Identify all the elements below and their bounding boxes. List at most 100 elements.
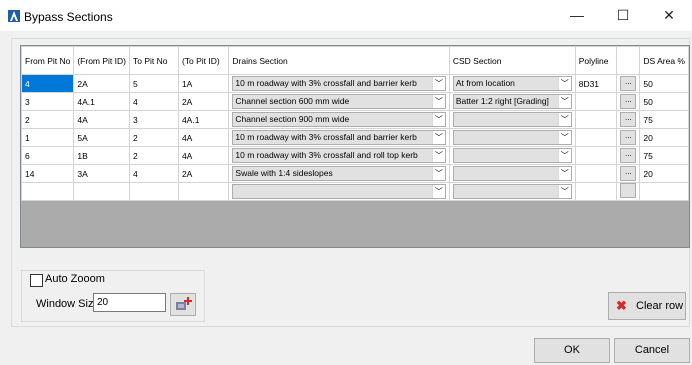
cell-from-pit-id[interactable] [73,182,130,201]
cell-polyline[interactable]: 8D31 [574,74,618,93]
cell-to-pit-id[interactable] [177,182,230,201]
cell-browse[interactable]: ... [616,110,641,129]
cell-to-pit-no[interactable]: 5 [128,74,179,93]
csd-section-dropdown[interactable]: ﹀ [452,112,572,127]
browse-polyline-button[interactable]: ... [620,130,637,145]
cell-browse[interactable]: ... [616,128,641,147]
drains-section-dropdown[interactable]: 10 m roadway with 3% crossfall and roll … [232,148,446,163]
cell-to-pit-id[interactable]: 1A [177,74,230,93]
csd-section-dropdown[interactable]: At from location ﹀ [452,76,572,91]
chevron-down-icon[interactable]: ﹀ [557,167,571,180]
browse-polyline-button[interactable]: ... [620,166,637,181]
drains-section-dropdown[interactable]: Swale with 1:4 sideslopes ﹀ [232,166,446,181]
cell-browse[interactable]: ... [616,74,641,93]
cell-drains-section[interactable]: Channel section 900 mm wide ﹀ [228,110,450,129]
cell-polyline[interactable] [574,128,618,147]
chevron-down-icon[interactable]: ﹀ [431,167,445,180]
cell-ds-area[interactable]: 75 [639,110,689,129]
cell-from-pit-no[interactable]: 6 [21,146,75,165]
table-row[interactable]: 3 4A.1 4 2A Channel section 600 mm wide ﹀… [21,92,689,111]
cell-to-pit-no[interactable]: 4 [128,164,179,183]
cell-csd-section[interactable]: ﹀ [448,164,576,183]
drains-section-dropdown[interactable]: Channel section 600 mm wide ﹀ [232,94,446,109]
bypass-sections-grid[interactable]: From Pit No (From Pit ID) To Pit No (To … [20,45,690,248]
auto-zoom-label[interactable]: Auto Zooom [45,273,108,285]
cell-drains-section[interactable]: 10 m roadway with 3% crossfall and roll … [228,146,450,165]
table-row[interactable]: 1 5A 2 4A 10 m roadway with 3% crossfall… [21,128,689,147]
cell-from-pit-no[interactable]: 1 [21,128,75,147]
cell-browse[interactable]: ... [616,92,641,111]
minimize-button[interactable]: — [554,0,600,31]
table-row[interactable]: 14 3A 4 2A Swale with 1:4 sideslopes ﹀ ﹀ … [21,164,689,183]
ok-button[interactable]: OK [534,338,610,363]
cell-from-pit-no[interactable]: 2 [21,110,75,129]
column-header-browse[interactable] [616,46,641,75]
chevron-down-icon[interactable]: ﹀ [431,113,445,126]
cell-browse[interactable]: ... [616,164,641,183]
drains-section-dropdown[interactable]: 10 m roadway with 3% crossfall and barri… [232,76,446,91]
table-row[interactable]: 4 2A 5 1A 10 m roadway with 3% crossfall… [21,74,689,93]
column-header-from-pit-no[interactable]: From Pit No [21,46,75,75]
cell-from-pit-id[interactable]: 3A [73,164,130,183]
chevron-down-icon[interactable]: ﹀ [431,131,445,144]
chevron-down-icon[interactable]: ﹀ [557,113,571,126]
cell-ds-area[interactable]: 50 [639,74,689,93]
chevron-down-icon[interactable]: ﹀ [557,95,571,108]
cell-from-pit-id[interactable]: 4A.1 [73,92,130,111]
csd-section-dropdown[interactable]: ﹀ [452,184,572,199]
csd-section-dropdown[interactable]: Batter 1:2 right [Grading] ﹀ [452,94,572,109]
cell-polyline[interactable] [574,164,618,183]
cell-to-pit-id[interactable]: 4A.1 [177,110,230,129]
cell-ds-area[interactable]: 20 [639,164,689,183]
cell-to-pit-id[interactable]: 2A [177,92,230,111]
zoom-to-button[interactable] [170,293,196,316]
cell-to-pit-id[interactable]: 4A [177,146,230,165]
new-row[interactable]: ﹀ ﹀ [21,182,689,201]
cell-from-pit-no[interactable] [21,182,75,201]
browse-polyline-button[interactable]: ... [620,112,637,127]
cell-from-pit-no[interactable]: 14 [21,164,75,183]
cell-from-pit-id[interactable]: 2A [73,74,130,93]
browse-polyline-button[interactable] [620,183,637,198]
cell-to-pit-no[interactable]: 2 [128,146,179,165]
cell-from-pit-id[interactable]: 5A [73,128,130,147]
chevron-down-icon[interactable]: ﹀ [557,149,571,162]
cell-ds-area[interactable] [639,182,689,201]
column-header-to-pit-no[interactable]: To Pit No [128,46,179,75]
cell-drains-section[interactable]: Channel section 600 mm wide ﹀ [228,92,450,111]
table-row[interactable]: 2 4A 3 4A.1 Channel section 900 mm wide ﹀… [21,110,689,129]
csd-section-dropdown[interactable]: ﹀ [452,130,572,145]
csd-section-dropdown[interactable]: ﹀ [452,166,572,181]
cell-to-pit-no[interactable]: 4 [128,92,179,111]
cell-polyline[interactable] [574,146,618,165]
browse-polyline-button[interactable]: ... [620,94,637,109]
cell-to-pit-id[interactable]: 4A [177,128,230,147]
column-header-polyline[interactable]: Polyline [574,46,618,75]
cell-from-pit-no[interactable]: 4 [21,74,75,93]
chevron-down-icon[interactable]: ﹀ [431,149,445,162]
cell-csd-section[interactable]: ﹀ [448,128,576,147]
cell-to-pit-no[interactable]: 2 [128,128,179,147]
drains-section-dropdown[interactable]: Channel section 900 mm wide ﹀ [232,112,446,127]
cell-drains-section[interactable]: 10 m roadway with 3% crossfall and barri… [228,128,450,147]
chevron-down-icon[interactable]: ﹀ [431,77,445,90]
cell-browse[interactable]: ... [616,146,641,165]
cell-from-pit-id[interactable]: 1B [73,146,130,165]
cell-ds-area[interactable]: 50 [639,92,689,111]
column-header-drains-section[interactable]: Drains Section [228,46,450,75]
browse-polyline-button[interactable]: ... [620,148,637,163]
column-header-ds-area[interactable]: DS Area % [639,46,689,75]
column-header-to-pit-id[interactable]: (To Pit ID) [177,46,230,75]
chevron-down-icon[interactable]: ﹀ [557,185,571,198]
cell-to-pit-id[interactable]: 2A [177,164,230,183]
maximize-button[interactable]: ☐ [600,0,646,31]
browse-polyline-button[interactable]: ... [620,76,637,91]
chevron-down-icon[interactable]: ﹀ [431,185,445,198]
column-header-from-pit-id[interactable]: (From Pit ID) [73,46,130,75]
cell-ds-area[interactable]: 75 [639,146,689,165]
cell-ds-area[interactable]: 20 [639,128,689,147]
close-button[interactable]: ✕ [646,0,692,31]
csd-section-dropdown[interactable]: ﹀ [452,148,572,163]
cell-drains-section[interactable]: Swale with 1:4 sideslopes ﹀ [228,164,450,183]
cell-csd-section[interactable]: At from location ﹀ [448,74,576,93]
